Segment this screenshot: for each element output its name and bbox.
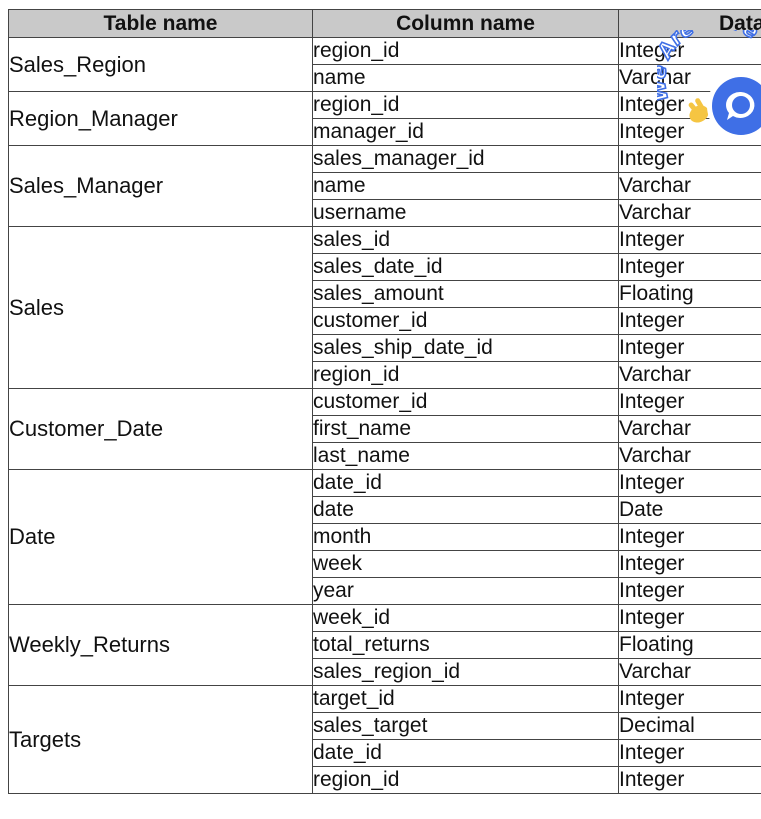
data-type-cell: Decimal xyxy=(618,712,761,740)
column-name-cell: manager_id xyxy=(312,118,619,146)
column-name-cell: date_id xyxy=(312,739,619,767)
data-type-cell: Floating xyxy=(618,280,761,308)
column-name-cell: customer_id xyxy=(312,307,619,335)
column-name-cell: total_returns xyxy=(312,631,619,659)
table-row: Targets target_id Integer xyxy=(8,685,761,794)
column-name-cell: username xyxy=(312,199,619,227)
data-type-cell: Integer xyxy=(618,523,761,551)
table-row: Sales_Region region_id Integer xyxy=(8,37,761,92)
table-row: Region_Manager region_id Integer xyxy=(8,91,761,146)
data-type-cell: Integer xyxy=(618,253,761,281)
column-name-cell: sales_manager_id xyxy=(312,145,619,173)
data-type-cell: Integer xyxy=(618,226,761,254)
chat-widget[interactable]: We Are Here xyxy=(657,30,761,150)
table-row: Date date_id Integer xyxy=(8,469,761,605)
schema-body: Sales_Region region_id Integer name Varchar R… xyxy=(8,37,761,794)
column-name-cell: name xyxy=(312,64,619,92)
data-type-cell: Varchar xyxy=(618,172,761,200)
table-name-cell: Customer_Date xyxy=(8,388,313,470)
table-row: Sales_Manager sales_manager_id Integer xyxy=(8,145,761,227)
table-name-cell: Targets xyxy=(8,685,313,794)
column-name-cell: sales_region_id xyxy=(312,658,619,686)
column-name-cell: date_id xyxy=(312,469,619,497)
column-name-cell: sales_target xyxy=(312,712,619,740)
data-type-cell: Integer xyxy=(618,307,761,335)
table-name-cell: Sales xyxy=(8,226,313,389)
column-name-cell: sales_id xyxy=(312,226,619,254)
table-name-cell: Weekly_Returns xyxy=(8,604,313,686)
data-type-cell: Integer xyxy=(618,469,761,497)
column-name-cell: name xyxy=(312,172,619,200)
data-type-cell: Varchar xyxy=(618,415,761,443)
header-column-name: Column name xyxy=(312,9,619,38)
data-type-cell: Varchar xyxy=(618,658,761,686)
data-type-cell: Integer xyxy=(618,334,761,362)
header-table-name: Table name xyxy=(8,9,313,38)
data-type-cell: Integer xyxy=(618,766,761,794)
table-name-cell: Sales_Manager xyxy=(8,145,313,227)
table-row: Sales sales_id Integer xyxy=(8,226,761,389)
data-type-cell: Integer xyxy=(618,577,761,605)
column-name-cell: week xyxy=(312,550,619,578)
data-type-cell: Date xyxy=(618,496,761,524)
column-name-cell: region_id xyxy=(312,361,619,389)
column-name-cell: region_id xyxy=(312,91,619,119)
column-name-cell: week_id xyxy=(312,604,619,632)
column-name-cell: date xyxy=(312,496,619,524)
header-row: Table name Column name Data xyxy=(8,9,761,38)
data-type-cell: Integer xyxy=(618,739,761,767)
schema-table: Table name Column name Data Sales_Region… xyxy=(8,9,761,794)
column-name-cell: last_name xyxy=(312,442,619,470)
column-name-cell: target_id xyxy=(312,685,619,713)
data-type-cell: Integer xyxy=(618,388,761,416)
table-name-cell: Region_Manager xyxy=(8,91,313,146)
data-type-cell: Varchar xyxy=(618,361,761,389)
data-type-cell: Integer xyxy=(618,685,761,713)
column-name-cell: first_name xyxy=(312,415,619,443)
chat-widget-graphic[interactable]: We Are Here xyxy=(657,30,761,150)
column-name-cell: customer_id xyxy=(312,388,619,416)
column-name-cell: region_id xyxy=(312,37,619,65)
table-name-cell: Sales_Region xyxy=(8,37,313,92)
chat-bubble-icon[interactable] xyxy=(707,72,761,140)
column-name-cell: month xyxy=(312,523,619,551)
column-name-cell: region_id xyxy=(312,766,619,794)
column-name-cell: sales_amount xyxy=(312,280,619,308)
data-type-cell: Integer xyxy=(618,604,761,632)
table-row: Weekly_Returns week_id Integer xyxy=(8,604,761,686)
column-name-cell: sales_date_id xyxy=(312,253,619,281)
table-row: Customer_Date customer_id Integer xyxy=(8,388,761,470)
data-type-cell: Floating xyxy=(618,631,761,659)
data-type-cell: Integer xyxy=(618,550,761,578)
data-type-cell: Varchar xyxy=(618,199,761,227)
column-name-cell: year xyxy=(312,577,619,605)
table-name-cell: Date xyxy=(8,469,313,605)
data-type-cell: Varchar xyxy=(618,442,761,470)
column-name-cell: sales_ship_date_id xyxy=(312,334,619,362)
